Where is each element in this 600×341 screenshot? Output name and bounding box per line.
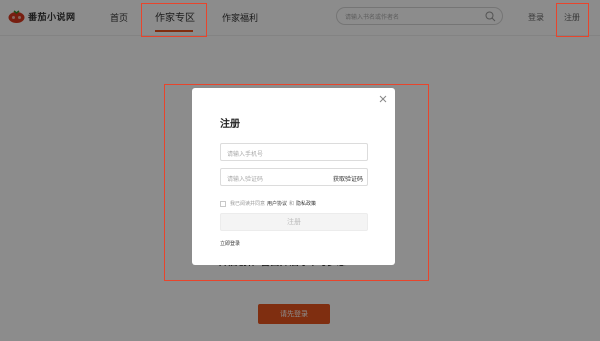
annotation-box-writer-zone <box>141 3 207 37</box>
annotation-box-modal <box>164 84 429 281</box>
annotation-box-register <box>556 3 589 37</box>
